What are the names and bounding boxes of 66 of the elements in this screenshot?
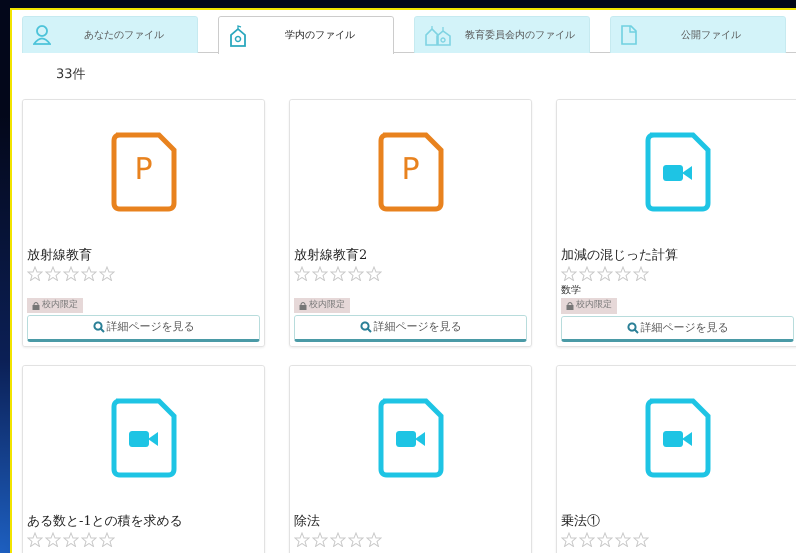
video-file-icon — [110, 398, 176, 478]
school-icon — [229, 24, 247, 46]
file-title: 放射線教育2 — [294, 248, 368, 264]
star-icon — [63, 532, 79, 548]
star-icon — [579, 532, 595, 548]
video-file-icon — [378, 398, 444, 478]
star-icon — [27, 532, 43, 548]
star-icon — [579, 266, 595, 282]
file-title: 加減の混じった計算 — [561, 248, 679, 264]
access-tag: 校内限定 — [27, 298, 83, 313]
access-tag: 校内限定 — [294, 298, 350, 313]
file-tab[interactable]: あなたのファイル — [22, 16, 198, 53]
person-icon — [33, 25, 51, 45]
detail-button[interactable]: 詳細ページを見る — [561, 316, 794, 342]
subject-label: 数学 — [561, 284, 582, 298]
file-title: 乗法① — [561, 514, 601, 530]
lock-icon — [299, 300, 307, 310]
star-icon — [45, 532, 61, 548]
access-tag: 校内限定 — [561, 298, 617, 314]
star-icon — [99, 532, 115, 548]
star-icon — [81, 532, 97, 548]
star-icon — [561, 532, 577, 548]
video-file-icon — [644, 132, 710, 212]
search-icon — [92, 321, 104, 334]
document-icon — [621, 25, 637, 45]
lock-icon — [32, 300, 40, 310]
star-icon — [330, 266, 346, 282]
star-icon — [597, 266, 613, 282]
result-count: 33件 — [56, 66, 87, 84]
file-tab[interactable]: 学内のファイル — [218, 16, 394, 54]
star-icon — [348, 266, 364, 282]
file-letter: P — [133, 152, 154, 188]
file-title: ある数と-1との積を求める — [27, 514, 184, 530]
star-icon — [312, 266, 328, 282]
houses-icon — [425, 24, 451, 46]
star-icon — [63, 266, 79, 282]
video-file-icon — [644, 398, 710, 478]
detail-button[interactable]: 詳細ページを見る — [294, 315, 527, 342]
star-icon — [312, 532, 328, 548]
star-icon — [561, 266, 577, 282]
lock-icon — [566, 301, 574, 310]
star-icon — [597, 532, 613, 548]
star-icon — [633, 532, 649, 548]
star-icon — [366, 532, 382, 548]
star-icon — [330, 532, 346, 548]
star-icon — [615, 266, 631, 282]
star-icon — [366, 266, 382, 282]
detail-button[interactable]: 詳細ページを見る — [27, 315, 260, 342]
star-icon — [348, 532, 364, 548]
star-icon — [45, 266, 61, 282]
star-icon — [99, 266, 115, 282]
file-title: 放射線教育 — [27, 248, 93, 264]
file-letter: P — [400, 152, 421, 188]
star-icon — [27, 266, 43, 282]
search-icon — [360, 321, 372, 334]
file-tab[interactable]: 教育委員会内のファイル — [414, 16, 590, 53]
star-icon — [633, 266, 649, 282]
star-icon — [294, 532, 310, 548]
star-icon — [81, 266, 97, 282]
search-icon — [626, 322, 638, 334]
file-title: 除法 — [294, 514, 321, 530]
presentation-file-icon — [378, 132, 444, 212]
file-tab[interactable]: 公開ファイル — [610, 16, 786, 53]
presentation-file-icon — [110, 132, 176, 212]
star-icon — [294, 266, 310, 282]
star-icon — [615, 532, 631, 548]
